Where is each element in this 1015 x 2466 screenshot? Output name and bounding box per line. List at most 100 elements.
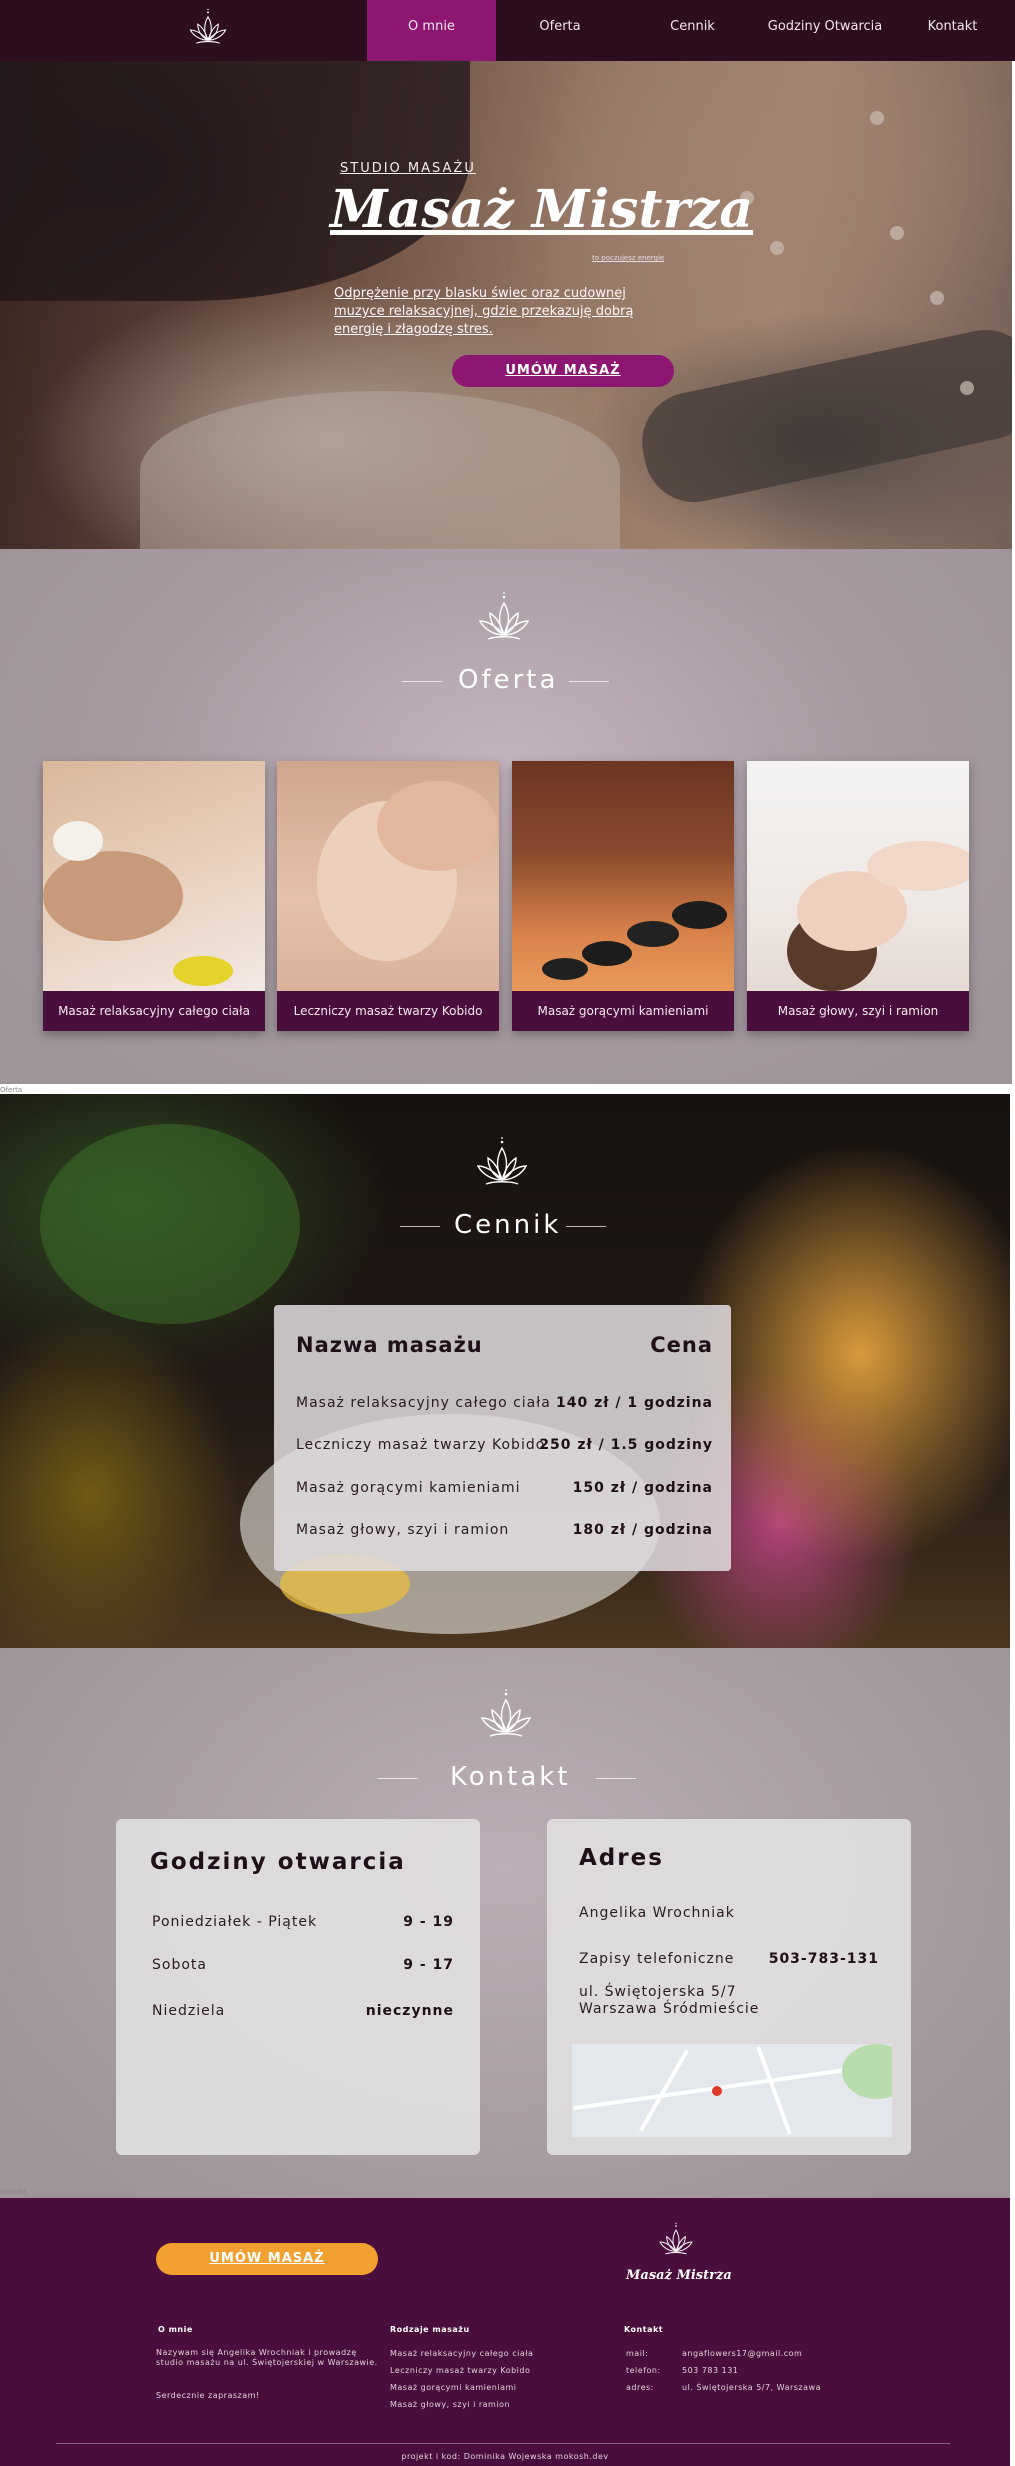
address-city: Warszawa Śródmieście [579, 2001, 760, 2017]
price-row-price: 250 zł / 1.5 godziny [539, 1437, 713, 1453]
lotus-icon[interactable] [186, 8, 230, 52]
nav-item-kontakt[interactable]: Kontakt [900, 0, 1005, 61]
lotus-icon [474, 591, 534, 651]
hero-section: STUDIO MASAŻU Masaż Mistrza to poczujesz… [0, 61, 1012, 549]
photo-shape [53, 821, 103, 861]
price-row-name: Leczniczy masaż twarzy Kobido [296, 1437, 546, 1453]
nav-item-o-mnie[interactable]: O mnie [367, 0, 496, 61]
top-navigation: O mnie Oferta Cennik Godziny Otwarcia Ko… [0, 0, 1015, 61]
footer-phone-label: telefon: [626, 2366, 661, 2375]
kontakt-section: Kontakt Godziny otwarcia Poniedziałek - … [0, 1648, 1010, 2198]
offer-photo [747, 761, 969, 991]
nav-item-godziny-otwarcia[interactable]: Godziny Otwarcia [760, 0, 890, 61]
section-anchor-label: Kontakt [0, 2188, 27, 2196]
kontakt-title: Kontakt [450, 1762, 571, 1792]
opening-hours-title: Godziny otwarcia [150, 1849, 406, 1875]
photo-shape [867, 841, 969, 891]
hero-description: Odprężenie przy blasku świec oraz cudown… [334, 286, 634, 337]
phone-label: Zapisy telefoniczne [579, 1951, 735, 1967]
price-row-price: 180 zł / godzina [572, 1522, 713, 1538]
oferta-title: Oferta [458, 665, 559, 695]
cennik-section: Cennik Nazwa masażu Cena Masaż relaksacy… [0, 1094, 1010, 1648]
photo-shape [542, 958, 588, 980]
footer: UMÓW MASAŻ Masaż Mistrza O mnie Nazywam … [0, 2198, 1010, 2466]
palm-leaf-shape [40, 1124, 300, 1324]
hero-tiny-link[interactable]: to poczujesz energie [592, 254, 664, 262]
book-massage-footer-button[interactable]: UMÓW MASAŻ [156, 2243, 378, 2275]
opening-hours-card: Godziny otwarcia Poniedziałek - Piątek 9… [116, 1819, 480, 2155]
nav-item-oferta[interactable]: Oferta [500, 0, 620, 61]
footer-address: ul. Świętojerska 5/7, Warszawa [682, 2383, 821, 2392]
price-row-price: 150 zł / godzina [572, 1480, 713, 1496]
hours-day: Niedziela [152, 2003, 226, 2019]
offer-photo [43, 761, 265, 991]
offer-caption: Masaż relaksacyjny całego ciała [43, 991, 265, 1031]
offer-photo [277, 761, 499, 991]
address-card: Adres Angelika Wrochniak Zapisy telefoni… [547, 1819, 911, 2155]
hero-title: Masaż Mistrza [330, 179, 754, 240]
lotus-icon [472, 1136, 532, 1196]
photo-shape [627, 921, 679, 947]
footer-service-item[interactable]: Leczniczy masaż twarzy Kobido [390, 2366, 530, 2376]
hours-time: nieczynne [365, 2003, 454, 2019]
price-table: Nazwa masażu Cena Masaż relaksacyjny cał… [274, 1305, 731, 1571]
hours-day: Poniedziałek - Piątek [152, 1914, 318, 1930]
footer-mail[interactable]: angaflowers17@gmail.com [682, 2349, 802, 2359]
location-map[interactable] [572, 2044, 892, 2137]
footer-about-text: Nazywam się Angelika Wrochniak i prowadz… [156, 2348, 378, 2367]
title-divider [400, 1226, 440, 1227]
hero-eyebrow: STUDIO MASAŻU [340, 161, 476, 176]
offer-card[interactable]: Masaż gorącymi kamieniami [512, 761, 734, 1031]
footer-contact-title: Kontakt [624, 2325, 664, 2334]
title-divider [596, 1778, 636, 1779]
offer-caption: Masaż gorącymi kamieniami [512, 991, 734, 1031]
photo-shape [672, 901, 727, 929]
footer-credit[interactable]: projekt i kod: Dominika Wojewska mokosh.… [0, 2452, 1010, 2461]
footer-phone[interactable]: 503 783 131 [682, 2366, 738, 2376]
footer-service-item[interactable]: Masaż głowy, szyi i ramion [390, 2400, 510, 2410]
offer-photo [512, 761, 734, 991]
cennik-title: Cennik [454, 1210, 562, 1240]
book-massage-button[interactable]: UMÓW MASAŻ [452, 355, 674, 387]
nav-item-cennik[interactable]: Cennik [630, 0, 755, 61]
lotus-icon [656, 2222, 696, 2262]
price-row-price: 140 zł / 1 godzina [556, 1395, 713, 1411]
title-divider [569, 681, 609, 682]
footer-service-item[interactable]: Masaż gorącymi kamieniami [390, 2383, 517, 2393]
hours-time: 9 - 17 [403, 1957, 454, 1973]
oferta-section: Oferta Masaż relaksacyjny całego ciała L… [0, 549, 1012, 1094]
offer-caption: Masaż głowy, szyi i ramion [747, 991, 969, 1031]
address-street: ul. Świętojerska 5/7 [579, 1984, 737, 2000]
footer-about-greeting: Serdecznie zapraszam! [156, 2391, 260, 2400]
photo-shape [43, 851, 183, 941]
price-row-name: Masaż gorącymi kamieniami [296, 1480, 521, 1496]
price-header-price: Cena [650, 1333, 713, 1357]
price-row-name: Masaż głowy, szyi i ramion [296, 1522, 510, 1538]
map-park [842, 2044, 892, 2099]
footer-service-item[interactable]: Masaż relaksacyjny całego ciała [390, 2349, 533, 2359]
map-pin-icon [712, 2086, 722, 2096]
footer-about-title: O mnie [158, 2325, 193, 2334]
hours-time: 9 - 19 [403, 1914, 454, 1930]
photo-shape [173, 956, 233, 986]
offer-card[interactable]: Leczniczy masaż twarzy Kobido [277, 761, 499, 1031]
footer-divider [56, 2443, 950, 2444]
offer-card[interactable]: Masaż głowy, szyi i ramion [747, 761, 969, 1031]
map-road [756, 2046, 792, 2135]
title-divider [566, 1226, 606, 1227]
phone-number[interactable]: 503-783-131 [769, 1951, 879, 1967]
footer-mail-label: mail: [626, 2349, 649, 2358]
title-divider [402, 681, 442, 682]
address-title: Adres [579, 1845, 664, 1871]
offer-card[interactable]: Masaż relaksacyjny całego ciała [43, 761, 265, 1031]
hours-day: Sobota [152, 1957, 207, 1973]
lotus-icon [476, 1688, 536, 1748]
price-row-name: Masaż relaksacyjny całego ciała [296, 1395, 551, 1411]
footer-services-title: Rodzaje masażu [390, 2325, 470, 2334]
offer-caption: Leczniczy masaż twarzy Kobido [277, 991, 499, 1031]
footer-brand: Masaż Mistrza [626, 2268, 732, 2283]
address-name: Angelika Wrochniak [579, 1905, 735, 1921]
photo-shape [582, 941, 632, 966]
title-divider [378, 1778, 418, 1779]
photo-shape [377, 781, 497, 871]
